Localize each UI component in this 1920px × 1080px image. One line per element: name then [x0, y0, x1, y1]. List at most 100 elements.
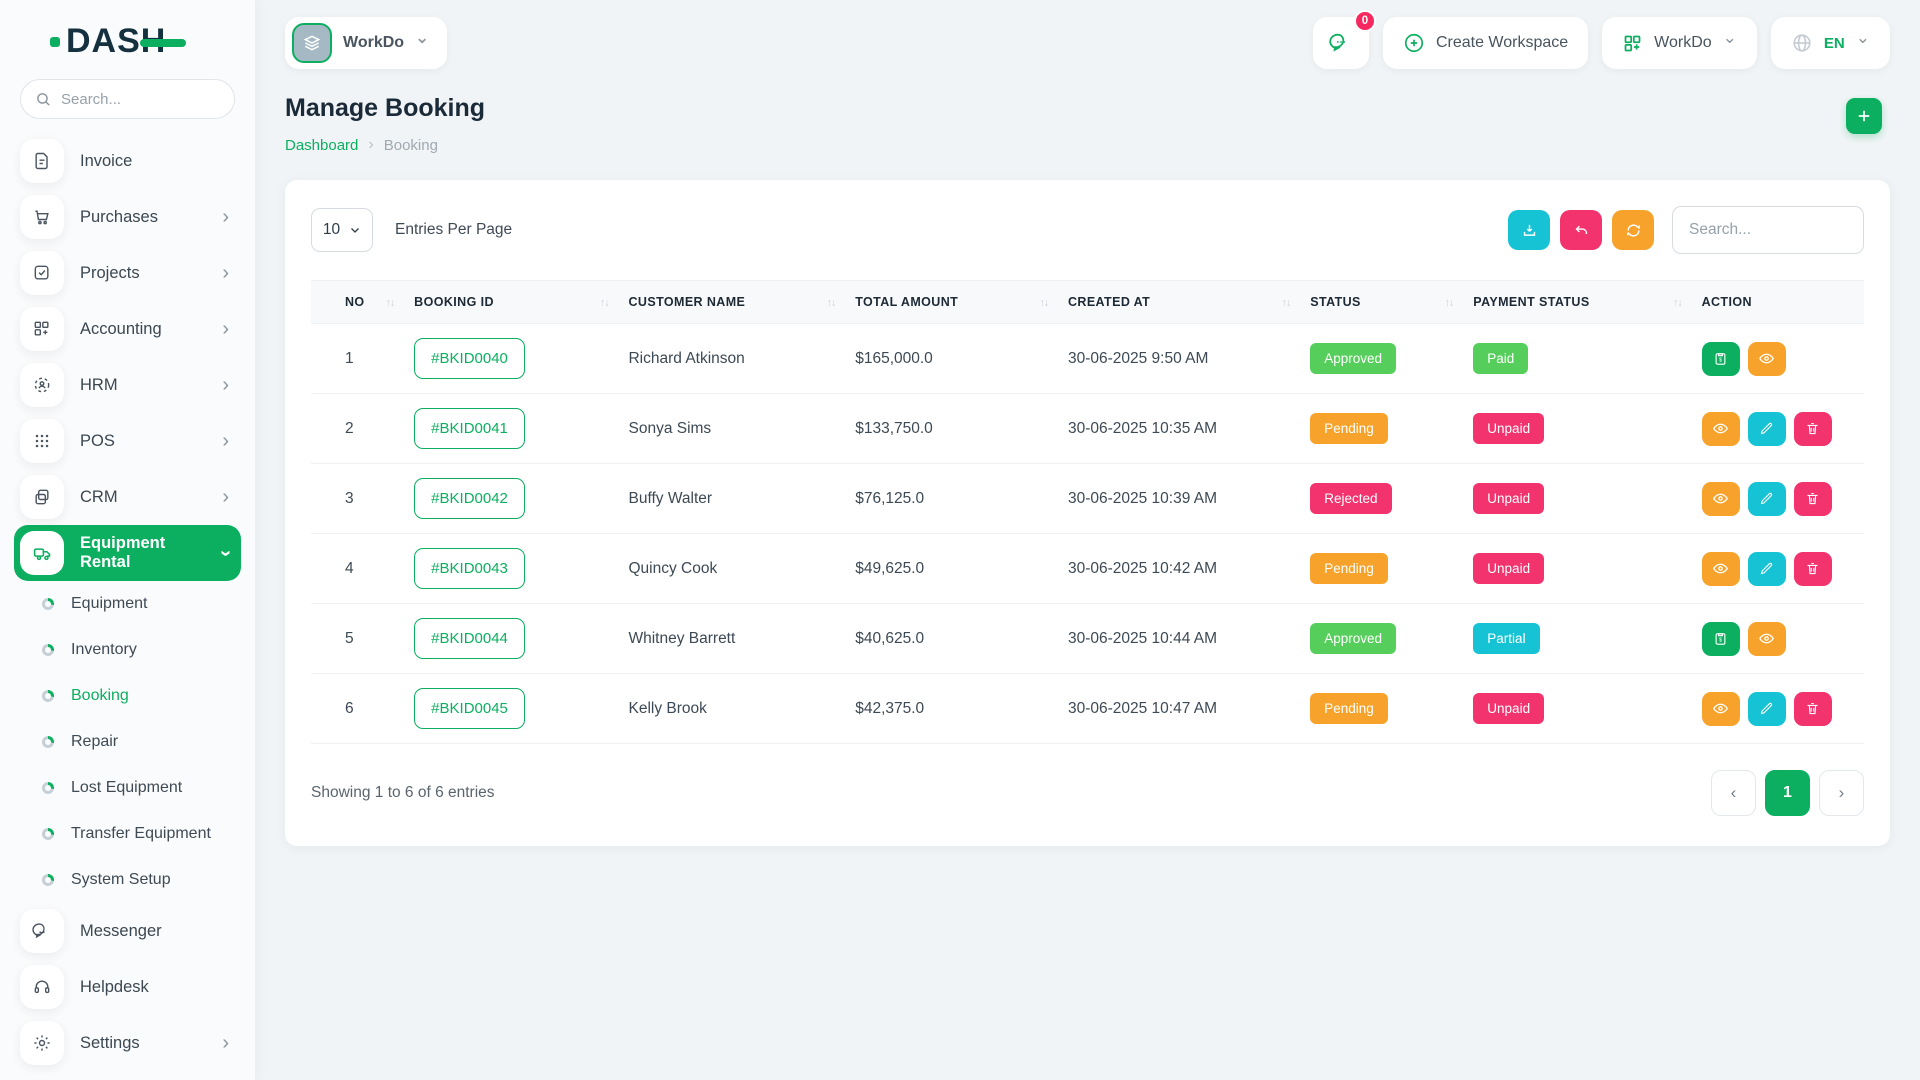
language-button[interactable]: EN — [1771, 17, 1890, 69]
cell-status: Approved — [1300, 604, 1463, 674]
app-switcher-label: WorkDo — [1654, 34, 1712, 52]
cell-amount: $76,125.0 — [845, 464, 1058, 534]
delete-button[interactable] — [1794, 482, 1832, 516]
sort-icon[interactable] — [1039, 297, 1048, 309]
sort-icon[interactable] — [1673, 297, 1682, 309]
brand-logo[interactable]: DASH — [0, 0, 255, 75]
chevron-right-icon — [222, 486, 229, 509]
circle-icon — [42, 690, 54, 702]
sidebar-subitem-system-setup[interactable]: System Setup — [0, 857, 255, 903]
cell-payment: Partial — [1463, 604, 1691, 674]
payment-status-badge: Unpaid — [1473, 693, 1544, 724]
booking-card: 10 Entries Per Page — [285, 180, 1890, 846]
app-switcher-button[interactable]: WorkDo — [1602, 17, 1757, 69]
create-workspace-label: Create Workspace — [1436, 34, 1568, 52]
entries-per-page-select[interactable]: 10 — [311, 208, 373, 252]
create-workspace-button[interactable]: Create Workspace — [1383, 17, 1588, 69]
view-button[interactable] — [1702, 412, 1740, 446]
sidebar-item-projects[interactable]: Projects — [14, 245, 241, 301]
breadcrumb-separator-icon — [368, 136, 373, 154]
cell-payment: Unpaid — [1463, 394, 1691, 464]
delete-button[interactable] — [1794, 552, 1832, 586]
next-page-button[interactable] — [1819, 770, 1864, 816]
table-row: 1 #BKID0040 Richard Atkinson $165,000.0 … — [311, 324, 1864, 394]
sidebar-subitem-lost-equipment[interactable]: Lost Equipment — [0, 765, 255, 811]
payment-status-badge: Unpaid — [1473, 483, 1544, 514]
invoice-icon — [20, 139, 64, 183]
export-download-button[interactable] — [1508, 210, 1550, 250]
cell-created: 30-06-2025 10:39 AM — [1058, 464, 1300, 534]
chevron-right-icon — [222, 318, 229, 341]
chevron-right-icon — [222, 374, 229, 397]
sidebar-subitem-label: Booking — [71, 687, 129, 705]
cart-icon — [20, 195, 64, 239]
sidebar-subitem-transfer-equipment[interactable]: Transfer Equipment — [0, 811, 255, 857]
sort-icon[interactable] — [386, 297, 395, 309]
view-button[interactable] — [1702, 482, 1740, 516]
invoice-button[interactable]: $ — [1702, 342, 1740, 376]
booking-id-pill[interactable]: #BKID0041 — [414, 408, 525, 449]
refresh-button[interactable] — [1612, 210, 1654, 250]
sort-icon[interactable] — [1282, 297, 1291, 309]
sidebar-subitem-booking[interactable]: Booking — [0, 673, 255, 719]
booking-id-pill[interactable]: #BKID0044 — [414, 618, 525, 659]
payment-status-badge: Paid — [1473, 343, 1528, 374]
sidebar-search-input[interactable] — [61, 91, 220, 108]
messages-button[interactable]: 0 — [1313, 17, 1369, 69]
page-header: Manage Booking Dashboard Booking — [255, 72, 1920, 154]
sort-icon[interactable] — [827, 297, 836, 309]
sidebar-subitem-label: Transfer Equipment — [71, 825, 211, 843]
dots-grid-icon — [20, 419, 64, 463]
edit-button[interactable] — [1748, 552, 1786, 586]
delete-button[interactable] — [1794, 692, 1832, 726]
chat-icon — [1329, 31, 1353, 55]
undo-button[interactable] — [1560, 210, 1602, 250]
sidebar-item-equipment-rental[interactable]: Equipment Rental — [14, 525, 241, 581]
sidebar-item-messenger[interactable]: Messenger — [14, 903, 241, 959]
invoice-button[interactable]: $ — [1702, 622, 1740, 656]
col-total-amount: TOTAL AMOUNT — [845, 281, 1058, 324]
booking-id-pill[interactable]: #BKID0042 — [414, 478, 525, 519]
sidebar-item-crm[interactable]: CRM — [14, 469, 241, 525]
table-search-input[interactable] — [1672, 206, 1864, 254]
sidebar-item-label: Invoice — [80, 152, 229, 171]
sidebar-item-helpdesk[interactable]: Helpdesk — [14, 959, 241, 1015]
edit-button[interactable] — [1748, 482, 1786, 516]
delete-button[interactable] — [1794, 412, 1832, 446]
sidebar-subitem-repair[interactable]: Repair — [0, 719, 255, 765]
table-row: 4 #BKID0043 Quincy Cook $49,625.0 30-06-… — [311, 534, 1864, 604]
booking-id-pill[interactable]: #BKID0043 — [414, 548, 525, 589]
circle-icon — [42, 598, 54, 610]
view-button[interactable] — [1748, 622, 1786, 656]
edit-button[interactable] — [1748, 692, 1786, 726]
sidebar-item-hrm[interactable]: HRM — [14, 357, 241, 413]
workspace-switcher[interactable]: WorkDo — [285, 17, 447, 69]
sidebar-item-label: Projects — [80, 264, 206, 283]
check-square-icon — [20, 251, 64, 295]
edit-button[interactable] — [1748, 412, 1786, 446]
view-button[interactable] — [1702, 692, 1740, 726]
status-badge: Pending — [1310, 693, 1388, 724]
sort-icon[interactable] — [600, 297, 609, 309]
sidebar-subitem-equipment[interactable]: Equipment — [0, 581, 255, 627]
cell-action — [1692, 464, 1864, 534]
truck-icon — [20, 531, 64, 575]
sidebar-item-label: Helpdesk — [80, 978, 229, 997]
cell-amount: $42,375.0 — [845, 674, 1058, 744]
sidebar-item-settings[interactable]: Settings — [14, 1015, 241, 1071]
sidebar-item-pos[interactable]: POS — [14, 413, 241, 469]
view-button[interactable] — [1702, 552, 1740, 586]
sort-icon[interactable] — [1445, 297, 1454, 309]
sidebar-subitem-inventory[interactable]: Inventory — [0, 627, 255, 673]
booking-id-pill[interactable]: #BKID0040 — [414, 338, 525, 379]
page-number-button[interactable]: 1 — [1765, 770, 1810, 816]
cell-status: Pending — [1300, 534, 1463, 604]
add-booking-button[interactable] — [1846, 98, 1882, 134]
sidebar-item-invoice[interactable]: Invoice — [14, 133, 241, 189]
booking-id-pill[interactable]: #BKID0045 — [414, 688, 525, 729]
sidebar-item-accounting[interactable]: Accounting — [14, 301, 241, 357]
view-button[interactable] — [1748, 342, 1786, 376]
sidebar-item-purchases[interactable]: Purchases — [14, 189, 241, 245]
breadcrumb-dashboard-link[interactable]: Dashboard — [285, 137, 358, 154]
previous-page-button[interactable] — [1711, 770, 1756, 816]
